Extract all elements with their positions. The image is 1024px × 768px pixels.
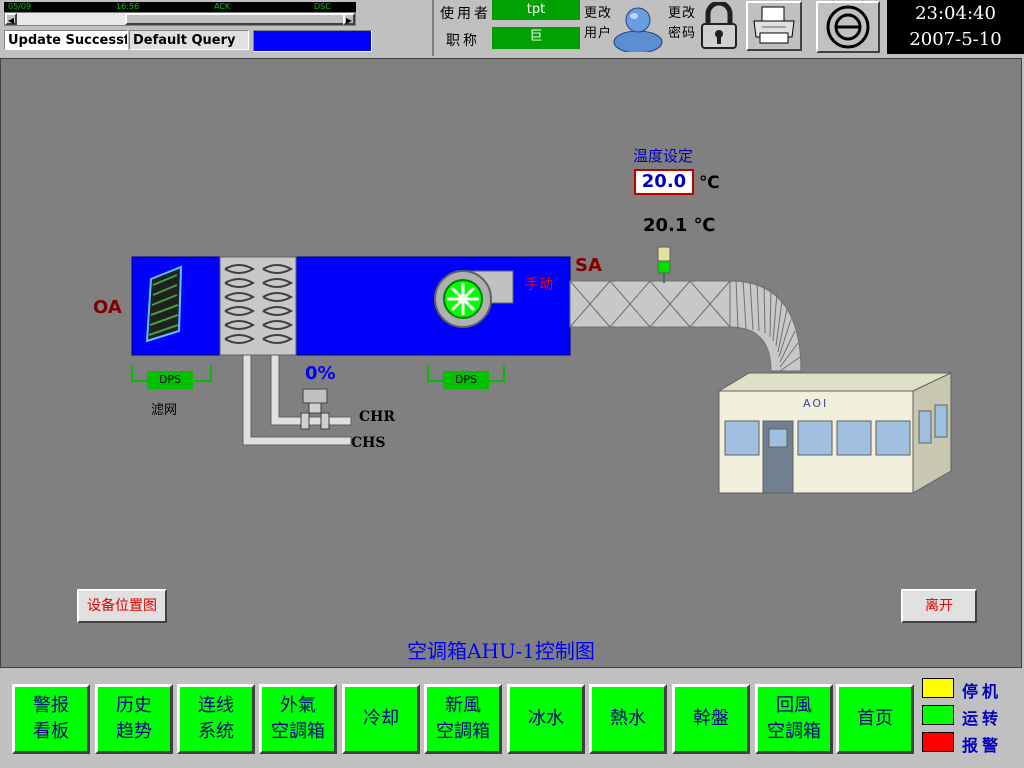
nav-label: 连线 系统 — [198, 695, 234, 742]
legend-alarm-label: 报警 — [962, 736, 1003, 755]
status-message: Update Successfu — [4, 30, 128, 50]
leave-button[interactable]: 离开 — [901, 589, 977, 623]
nav-dry-coil[interactable]: 幹盤 — [672, 684, 750, 754]
nav-cooling[interactable]: 冷却 — [342, 684, 420, 754]
legend-run-swatch — [922, 705, 954, 725]
nav-return-air-ahu[interactable]: 回風 空調箱 — [755, 684, 833, 754]
nav-hot-water[interactable]: 熱水 — [589, 684, 667, 754]
top-bar: 05/09 16:56 ACK DSC ◀ ▶ Update Successfu… — [0, 0, 1024, 56]
exit-system-button[interactable] — [816, 1, 880, 53]
ahu-schematic — [131, 246, 952, 494]
scroll-left-icon[interactable]: ◀ — [5, 13, 17, 25]
valve-percent: 0% — [305, 363, 336, 384]
filter-icon — [145, 265, 183, 343]
nav-label: 熱水 — [610, 708, 646, 729]
nav-label: 首页 — [857, 708, 893, 729]
chr-label: CHR — [359, 409, 396, 425]
change-password-button[interactable] — [698, 0, 740, 50]
nav-home[interactable]: 首页 — [836, 684, 914, 754]
chs-label: CHS — [351, 435, 386, 451]
nav-alarm-board[interactable]: 警报 看板 — [12, 684, 90, 754]
building-icon — [717, 372, 952, 494]
supply-air-temp: 20.1 ℃ — [643, 215, 716, 236]
nav-label: 历史 趋势 — [116, 695, 152, 742]
printer-icon — [753, 6, 795, 44]
alarm-time: 16:56 — [116, 2, 140, 11]
building-label: AOI — [803, 397, 829, 410]
legend-alarm-swatch — [922, 732, 954, 752]
change-user-label[interactable]: 更改用户 — [584, 4, 614, 44]
temperature-sensor-icon — [657, 246, 671, 283]
nav-label: 冰水 — [528, 708, 564, 729]
nav-label: 新風 空調箱 — [436, 695, 490, 742]
alarm-ack: ACK — [214, 2, 231, 11]
nav-label: 回風 空調箱 — [767, 695, 821, 742]
diagram-title: 空调箱AHU-1控制图 — [407, 639, 595, 663]
change-password-label[interactable]: 更改密码 — [668, 4, 698, 44]
legend-stop-swatch — [922, 678, 954, 698]
filter-dps-indicator: DPS — [147, 371, 193, 389]
sa-label: SA — [575, 255, 602, 276]
power-icon — [826, 5, 870, 49]
user-label: 使用者 — [440, 6, 491, 22]
alarm-scrollbar[interactable]: ◀ ▶ — [4, 12, 356, 26]
title-label: 职称 — [446, 33, 480, 49]
fan-mode-label: 手动 — [525, 277, 553, 293]
clock-time: 23:04:40 — [915, 3, 996, 24]
nav-online-system[interactable]: 连线 系统 — [177, 684, 255, 754]
nav-label: 警报 看板 — [33, 695, 69, 742]
scroll-thumb[interactable] — [125, 13, 345, 25]
flex-duct — [729, 278, 802, 372]
nav-label: 冷却 — [363, 708, 399, 729]
ahu-diagram-panel: OA SA 手动 滤网 DPS DPS 0% CHR CHS 温度设定 20.0… — [0, 58, 1022, 668]
temp-setpoint-label: 温度设定 — [633, 147, 694, 165]
title-value: 巨 — [492, 27, 580, 49]
nav-history-trend[interactable]: 历史 趋势 — [95, 684, 173, 754]
fan-dps-indicator: DPS — [443, 371, 489, 389]
nav-label: 外氣 空調箱 — [271, 695, 325, 742]
alarm-date: 05/09 — [8, 2, 32, 11]
nav-fresh-air-ahu[interactable]: 新風 空調箱 — [424, 684, 502, 754]
filter-label: 滤网 — [151, 403, 178, 418]
lock-icon — [701, 0, 737, 49]
query-field[interactable]: Default Query — [129, 30, 249, 50]
clock-date: 2007-5-10 — [909, 29, 1002, 50]
alarm-summary-strip[interactable]: 05/09 16:56 ACK DSC — [4, 2, 356, 12]
temp-setpoint-input[interactable]: 20.0 — [634, 169, 694, 195]
oa-label: OA — [93, 297, 122, 318]
scroll-right-icon[interactable]: ▶ — [343, 13, 355, 25]
alarm-dsc: DSC — [314, 2, 331, 11]
supply-duct — [569, 280, 731, 328]
user-icon — [613, 7, 663, 54]
bottom-navigation: 警报 看板 历史 趋势 连线 系统 外氣 空調箱 冷却 新風 空調箱 冰水 熱水… — [0, 670, 1024, 768]
change-user-button[interactable] — [612, 2, 664, 54]
legend-stop-label: 停机 — [962, 682, 1003, 701]
nav-chilled-water[interactable]: 冰水 — [507, 684, 585, 754]
nav-label: 幹盤 — [693, 708, 729, 729]
legend-run-label: 运转 — [962, 709, 1003, 728]
nav-outdoor-ahu[interactable]: 外氣 空調箱 — [259, 684, 337, 754]
temp-setpoint-unit: ℃ — [699, 173, 720, 193]
user-value: tpt — [492, 0, 580, 20]
equipment-location-button[interactable]: 设备位置图 — [77, 589, 167, 623]
clock: 23:04:40 2007-5-10 — [887, 0, 1024, 54]
progress-bar — [253, 30, 372, 52]
print-button[interactable] — [746, 1, 802, 51]
